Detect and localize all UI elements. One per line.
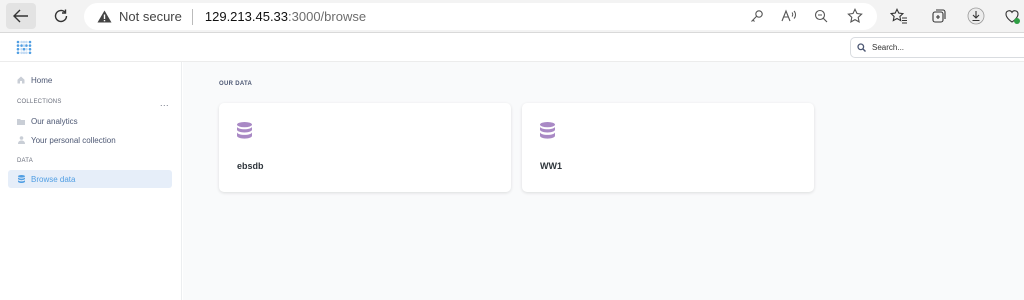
favorites-icon[interactable]: [889, 6, 909, 26]
page-title: OUR DATA: [219, 81, 253, 87]
data-heading: DATA: [17, 158, 33, 164]
app-header: Search...: [0, 33, 1024, 62]
refresh-icon: [54, 9, 68, 23]
database-icon: [540, 122, 555, 139]
warning-icon: [97, 10, 112, 23]
database-card-ebsdb[interactable]: ebsdb: [219, 103, 511, 192]
database-icon: [237, 122, 252, 139]
collections-icon[interactable]: [929, 6, 949, 26]
sidebar-item-our-analytics[interactable]: Our analytics: [8, 112, 172, 130]
url-host: 129.213.45.33: [204, 9, 289, 24]
search-input[interactable]: Search...: [850, 37, 1024, 58]
star-icon[interactable]: [846, 7, 864, 25]
url-path: :3000/browse: [288, 9, 367, 24]
collections-heading: COLLECTIONS: [17, 99, 62, 105]
sidebar-item-label: Home: [31, 75, 53, 85]
home-icon: [17, 76, 25, 84]
sidebar-item-home[interactable]: Home: [8, 71, 172, 89]
sidebar-item-browse-data[interactable]: Browse data: [8, 170, 172, 188]
back-button[interactable]: [6, 3, 36, 29]
sidebar-item-label: Our analytics: [31, 116, 78, 126]
extensions-icon[interactable]: [1002, 6, 1022, 26]
search-icon: [857, 43, 866, 52]
database-name: WW1: [540, 161, 562, 171]
sidebar: Home COLLECTIONS ... Our analytics Your …: [0, 62, 182, 300]
security-label: Not secure: [119, 9, 182, 24]
collections-more-button[interactable]: ...: [160, 98, 169, 108]
database-icon: [17, 175, 25, 183]
zoom-out-icon[interactable]: [812, 7, 830, 25]
person-icon: [17, 136, 25, 144]
logo-icon[interactable]: [16, 40, 32, 55]
sidebar-item-label: Your personal collection: [31, 135, 116, 145]
downloads-icon[interactable]: [966, 6, 986, 26]
sidebar-item-personal-collection[interactable]: Your personal collection: [8, 131, 172, 149]
sidebar-item-label: Browse data: [31, 174, 76, 184]
browser-toolbar: Not secure 129.213.45.33:3000/browse: [0, 0, 1024, 33]
folder-icon: [17, 117, 25, 125]
search-placeholder: Search...: [872, 43, 905, 52]
divider: [191, 8, 193, 25]
arrow-left-icon: [13, 9, 28, 23]
database-name: ebsdb: [237, 161, 264, 171]
reload-button[interactable]: [46, 3, 76, 29]
database-card-ww1[interactable]: WW1: [522, 103, 814, 192]
read-aloud-icon[interactable]: [780, 7, 798, 25]
key-icon[interactable]: [748, 7, 766, 25]
main-content: OUR DATA ebsdb WW1: [183, 62, 1024, 300]
